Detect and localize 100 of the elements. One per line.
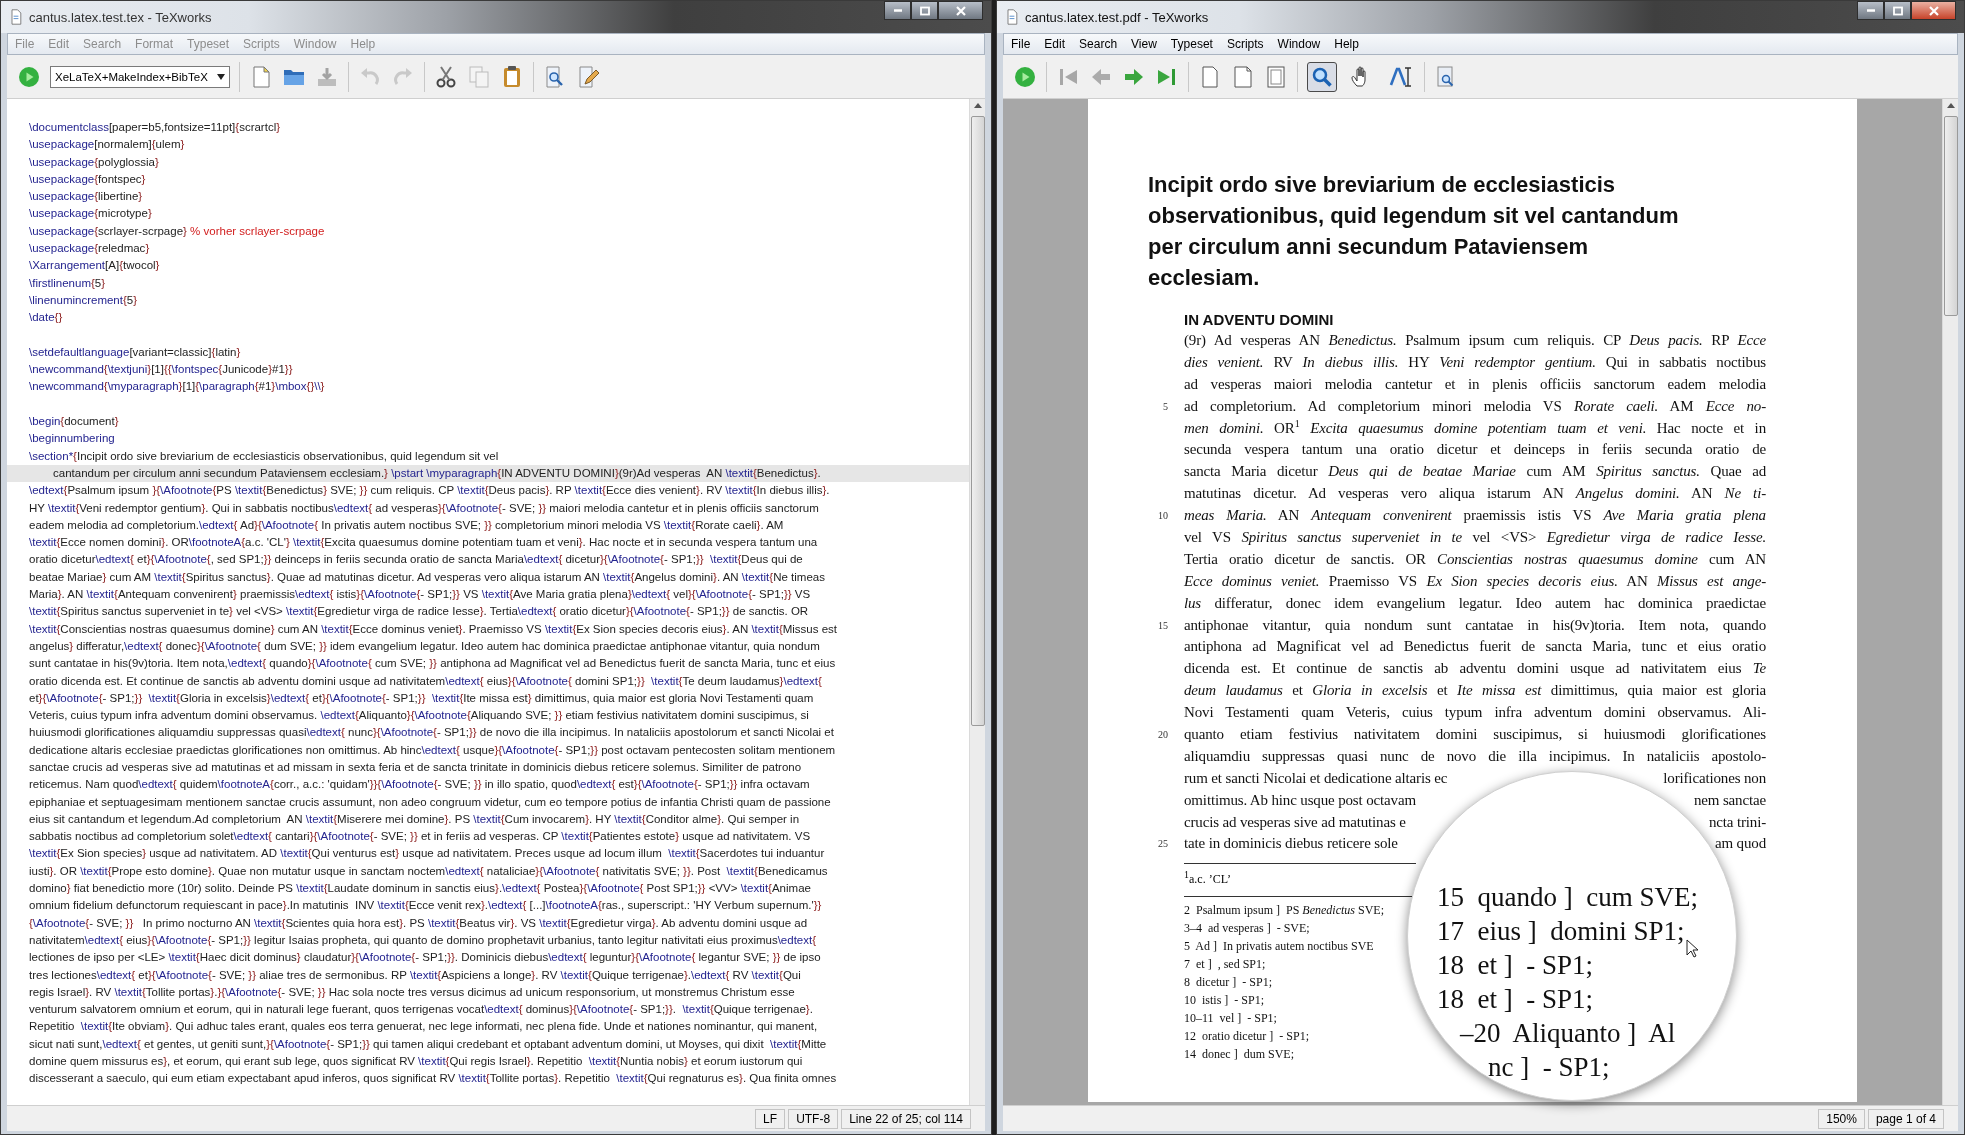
code-line: \usepackage[normalem]{ulem} [28,137,186,153]
text-line: meas Maria. AN Antequam convenirent praemissis istis VS Ave Maria gratia plena [1184,506,1766,526]
apparatus-entry: 8 dicetur ] - SP1; [1184,974,1272,992]
apparatus-entry: 12 oratio dicetur ] - SP1; [1184,1028,1309,1046]
close-icon [954,5,967,16]
menu-item[interactable]: Edit [1037,37,1073,51]
magnified-text: –20 Aliquanto ] Al [1460,1017,1676,1050]
status-field: page 1 of 4 [1867,1108,1944,1129]
close-icon [1927,5,1940,16]
apparatus-entry: 3–4 ad vesperas ] - SVE; [1184,920,1310,938]
code-line: \documentclass[paper=b5,fontsize=11pt]{scrartcl} [28,120,282,135]
text-line: (9r) Ad vesperas AN Benedictus. Psalmum ipsum cum reliquis. CP Deus pacis. RP Ecce [1184,331,1766,350]
menu-item[interactable]: Search [1072,37,1125,51]
menu-item[interactable]: File [1004,37,1038,51]
text-line: antiphonae vitantur, quia nondum sunt cantatae in his(9v)toria. Item nota, quando [1184,615,1766,635]
code-line: \newcommand{\textjuni}[1]{{\fontspec{Junicode}#1}} [28,362,294,378]
minimize-button[interactable] [1857,1,1884,20]
code-line: \textit{Spiritus sanctus superveniet in te} vel <VS> \textit{Egredietur virga de radice Iesse}. Tertia\edtext{ oratio dicetur}{\Afootnote{- SP1;}} de sanctis. OR [28,604,810,620]
text-line: ncta trini- [1708,812,1766,832]
text-line: ad vesperas maiori melodia cantetur et in plenis officiis sanctorum eadem melodia [1184,374,1766,394]
menu-item[interactable]: Typeset [1163,37,1220,51]
minimize-icon [891,9,904,12]
menu-item[interactable]: Help [1327,37,1366,51]
text-line: rum et sancti Nicolai et dedicatione altaris ec [1184,768,1448,788]
text-line: Novi Testamenti quam Veteris, cuius typum infra adventum domini observamus. Ali- [1184,703,1766,723]
code-line: \usepackage{libertine} [28,189,144,205]
text-line: tate in dominicis diebus reticere sole [1184,834,1398,854]
scrollbar[interactable] [1942,99,1958,1105]
code-line: \textit{Ecce nomen domini}. OR\footnoteA{a.c. 'CL'} \textit{Excita quaesumus domine potentiam tuam et veni}. Hac nocte et in secunda vespera tantum una [28,535,819,551]
text-line: lus differatur, donec idem evangelium legatur. Ideo autem hac dominica praedictae [1184,593,1766,613]
code-line: \edtext{Psalmum ipsum }{\Afootnote{PS \textit{Benedictus} SVE; }} cum reliquis. CP \textit{Deus pacis}. RP \textit{Ecce dies venient}. RV \textit{In diebus illis}. [28,483,831,499]
code-line: oratio dicenda est. Et continue de sanctis ab adventu domini usque ad nativitatem\edtext{ eius}{\Afootnote{ domini SP1;}} \textit{Te deum laudamus}\edtext{ [28,673,823,689]
code-line: eius sit cantandum et legendum.Ad completorium AN \textit{Miserere mei domine}. PS \textit{Cum invocarem}. HY \textit{Conditor alme}. Qui semper in [28,811,801,827]
text-line: men domini. OR$^{1}$ Excita quaesumus domine potentiam tuam et veni. Hac nocte et in [1184,417,1766,438]
text-line: Ecce dominus veniet. Praemisso VS Ex Sion species decoris eius. AN Missus est ange- [1184,571,1766,591]
arrow-up-icon[interactable] [1946,103,1955,108]
code-line: domine quem missurus es}, et eorum, qui erant sub lege, quos significat RV \textit{Qui regis Israel}. Repetitio \textit{Nuntia nobis} et eorum iustorum qui [28,1054,804,1070]
status-field: UTF-8 [788,1108,839,1129]
code-line: et}{\Afootnote{- SP1;}} \textit{Gloria in excelsis}\edtext{ et}{\Afootnote{- SP1;}} \textit{Ite missa est} dimittimus, quia maior est gloria Novi Testamenti quam [28,690,815,706]
magnified-text: 15 quando ] cum SVE; [1437,881,1698,914]
scrollbar-thumb[interactable] [1943,116,1958,316]
page-icon[interactable] [1231,64,1255,89]
line-number: 20 [1157,728,1168,743]
code-line: lectiones de ipso per <LE> \textit{Haec dicit dominus} claudatur}{\Afootnote{- SP1;}}. Dominicis diebus\edtext{ leguntur}{\Afootnote{ legantur SVE; }} de ipso [28,950,822,966]
text-line: sancta Maria dicetur Deus qui de beatae Mariae cum AM Spiritus sanctus. Quae ad [1184,462,1766,482]
code-line: \usepackage{reledmac} [28,241,151,257]
code-line: sunt cantatae in his(9v)toria. Item nota,\edtext{ quando}{\Afootnote{ cum SVE; }} antiphona ad Magnificat vel ad Benedictus fuerit de sancta Maria, tunc et eius [28,656,837,672]
play-icon[interactable] [1013,64,1037,89]
code-line: angelus} differatur,\edtext{ donec}{\Afootnote{ dum SVE; }} idem evangelium legatur. Ideo autem hac dominica praedictae antiphonae vitantur, quia nondum [28,638,821,654]
apparatus-entry: 14 donec ] dum SVE; [1184,1046,1294,1064]
magnified-text: 18 et ] - SP1; [1437,949,1593,982]
code-line: Maria}. AN \textit{Antequam convenirent} praemissis\edtext{ istis}{\Afootnote{- SP1;}} VS \textit{Ave Maria gratia plena}\edtext{ vel}{\Afootnote{- SP1;}} VS [28,587,812,602]
file-icon [1005,9,1019,25]
caret-icon [217,73,225,80]
close-button[interactable] [1911,1,1956,20]
text-line: dies venient. RV In diebus illis. HY Veni redemptor gentium. Qui in sabbatis noctibus [1184,352,1766,372]
text-line: deum laudamus et Gloria in excelsis et Ite missa est dimittimus, quia maior est gloria [1184,681,1766,701]
magnifier-tool[interactable] [1307,61,1337,92]
section-heading: IN ADVENTU DOMINI [1184,310,1335,330]
line-number: 10 [1157,509,1168,524]
menu-item[interactable]: View [1124,37,1164,51]
text-line: ad completorium. Ad completorium minori melodia VS Rorate caeli. AM Ecce no- [1184,396,1766,416]
text-line: am quod [1714,834,1766,854]
minimize-icon [1864,9,1877,12]
maximize-icon [1891,5,1904,16]
window-title: cantus.latex.test.tex - TeXworks [29,9,213,25]
menu-item[interactable]: Window [1270,37,1328,51]
code-line: \textit{Ex Sion species} usque ad nativitatem. AD \textit{Qui venturus est} usque ad nativitatem. Preces usque ad locum illum \textit{Sacerdotes tui induantur [28,846,826,862]
text-line: vel VS Spiritus sanctus superveniet in te vel <VS> Egredietur virga de radice Iesse. [1184,528,1766,547]
menu-item[interactable]: Scripts [1219,37,1271,51]
text-line: omittimus. Ab hinc usque post octavam [1184,790,1416,810]
file-icon [9,9,23,25]
code-line: beatae Mariae} cum AM \textit{Spiritus sanctus}. Quae ad matutinas dicetur. Ad vesperas vero aliqua istarum AN \textit{Angelus domini}. AN \textit{Ne timeas [28,569,826,585]
code-line: \begin{document} [28,414,120,430]
code-line: \section*{Incipit ordo sive breviarium de ecclesiasticis observationibus, quid legendum sit vel [28,448,500,464]
code-line: Veteris, cuius typum infra adventum domini observamus. \edtext{Aliquanto}{\Afootnote{Aliquando SVE; }} etiam festivius nativitatem domini suscipimus, si [28,708,810,724]
line-number: 15 [1157,618,1168,633]
maximize-button[interactable] [1884,1,1911,20]
magnified-text: nc ] - SP1; [1488,1051,1610,1084]
status-field: 150% [1818,1108,1865,1129]
page-icon[interactable] [1264,64,1288,89]
apparatus-entry: 10 istis ] - SP1; [1184,992,1264,1010]
text-line: lorificationes non [1663,768,1766,788]
code-line: HY \textit{Veni redemptor gentium}. Qui in sabbatis noctibus\edtext{ ad vesperas}{\Afootnote{- SVE; }} maiori melodia cantetur et in plenis officiis sanctorum [28,500,820,516]
code-line: oratio dicetur\edtext{ et}{\Afootnote{, sed SP1;}} deinceps in feriis secunda oratio de sancta Maria\edtext{ dicetur}{\Afootnote{- SP1;}} \textit{Deus qui de [28,552,804,568]
window-title: cantus.latex.test.pdf - TeXworks [1025,9,1210,25]
code-line: regis Israel}. RV \textit{Tollite portas}.}{\Afootnote{- SVE; }} Hac sola nocte tres versus dicimus ad unicum responsorium, ut monstremus Christum esse [28,984,796,1000]
magnified-text: 18 et ] - SP1; [1437,983,1593,1016]
code-line: {\Afootnote{- SVE; }} In primo nocturno AN \textit{Scientes quia hora est}. PS \textit{Beatus vir}. VS \textit{Egredietur virga}. Ab adventu domini usque ad [28,915,809,931]
text-line: Tertia oratio dicetur de sanctis. OR Conscientias nostras quaesumus domine cum AN [1184,549,1766,569]
code-line: \usepackage{microtype} [28,206,153,222]
magnified-text: 17 eius ] domini SP1; [1437,915,1685,948]
code-line: tres lectiones\edtext{ et}{\Afootnote{- SVE; }} aliae tres de sermonibus. RP \textit{Aspiciens a longe}. RV \textit{Quique terrigenae}.\edtext{ RV \textit{Qui [28,967,802,983]
code-line: \firstlinenum{5} [28,275,107,291]
code-line: \setdefaultlanguage[variant=classic]{latin} [28,344,242,360]
line-number: 5 [1162,399,1168,414]
code-line: epiphaniae et septuagesimam mentionem sanctae crucis assumunt, non adeo congruum videtur, cum eo tempore potius de infantia Christi quam de passione [28,794,832,810]
code-line: reticemus. Nam quod\edtext{ quidem\footnoteA{corr., a.c.: 'quidam'}}{\Afootnote{- SVE; }} in illo spatio, quod\edtext{ est}{\Afootnote{- SP1;}} infra octavam [28,777,811,793]
code-line: \usepackage{scrlayer-scrpage} % vorher scrlayer-scrpage [28,223,326,239]
code-line: sanctae crucis ad vesperas sive ad matutinas et ad missam in sexta feria et de sancta trinitate in dominicis diebus reticere solemus. Similiter de patrono [28,760,803,775]
